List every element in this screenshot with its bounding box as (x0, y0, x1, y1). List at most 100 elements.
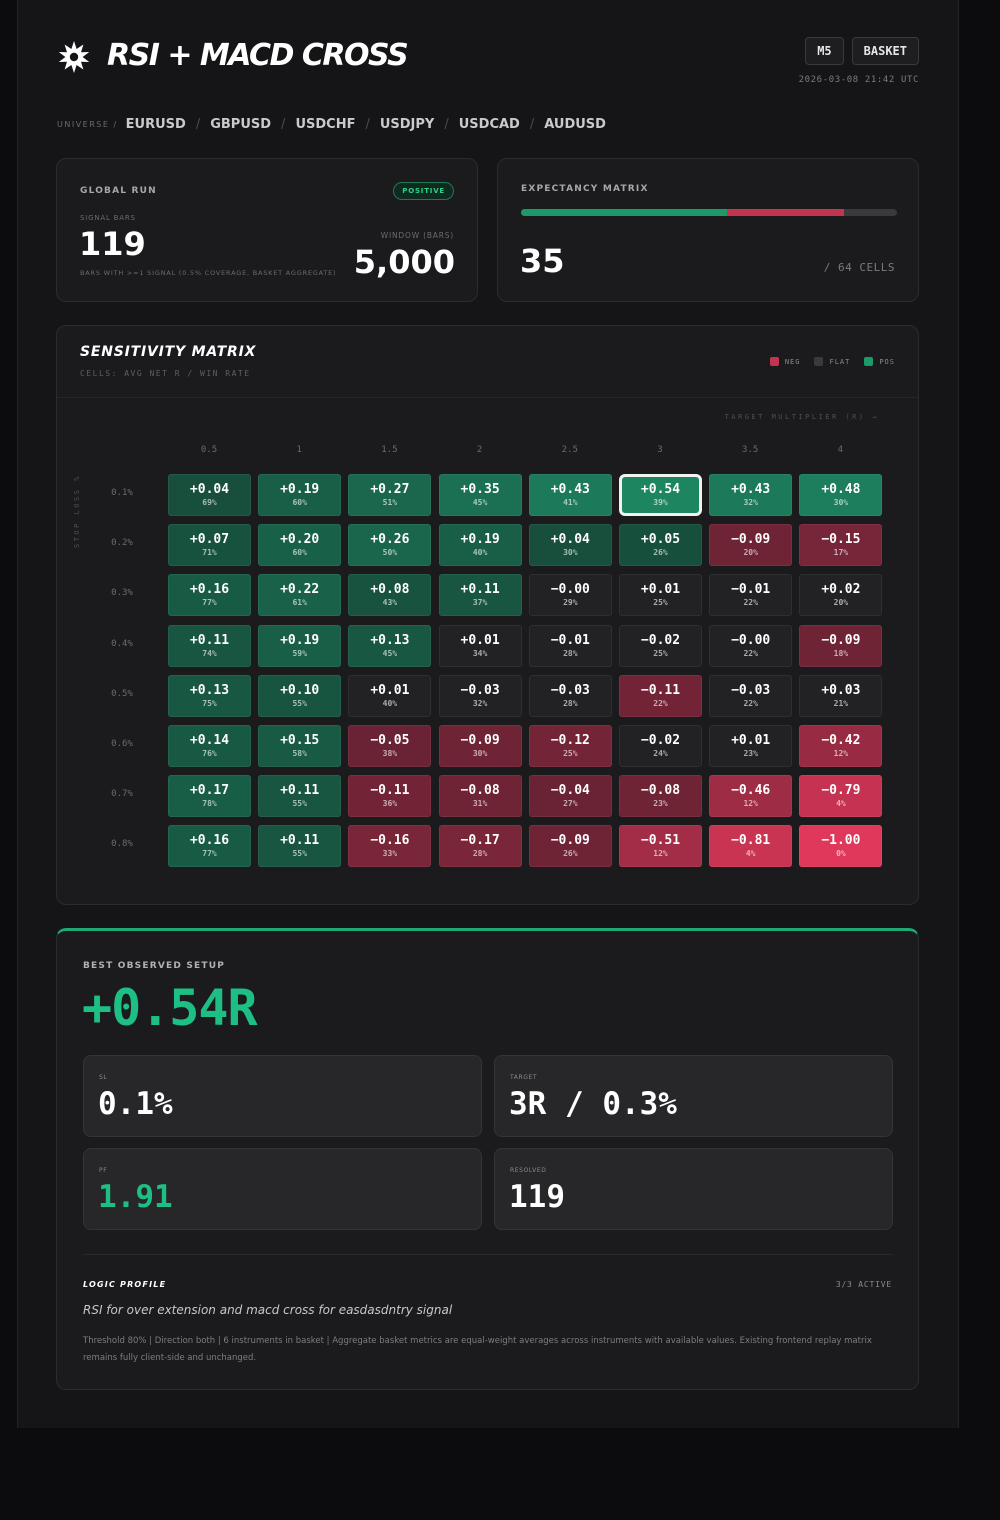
matrix-cell[interactable]: −0.46 12% (709, 775, 793, 818)
cell-net-r: −0.08 (640, 783, 681, 799)
matrix-cell[interactable]: −0.11 36% (348, 775, 432, 818)
matrix-cell[interactable]: −0.09 18% (799, 624, 883, 667)
cell-net-r: −0.02 (640, 632, 681, 648)
cell-win-rate: 27% (563, 799, 578, 809)
matrix-cell[interactable]: +0.20 60% (258, 524, 342, 567)
universe-item-eurusd[interactable]: EURUSD (126, 117, 186, 132)
matrix-cell[interactable]: −0.09 20% (709, 524, 793, 567)
matrix-cell[interactable]: −0.03 22% (709, 674, 793, 717)
matrix-cell[interactable]: +0.19 60% (258, 474, 342, 516)
matrix-cell[interactable]: −0.11 22% (619, 674, 702, 717)
matrix-cell[interactable]: +0.11 74% (168, 624, 251, 667)
matrix-cell[interactable]: +0.08 43% (348, 574, 432, 617)
timeframe-button[interactable]: M5 (805, 37, 844, 65)
cell-win-rate: 75% (202, 698, 217, 708)
matrix-cell[interactable]: +0.10 55% (258, 674, 342, 717)
matrix-cell[interactable]: +0.22 61% (258, 574, 342, 617)
matrix-cell[interactable]: +0.11 55% (258, 775, 342, 818)
cell-net-r: −0.12 (550, 733, 590, 748)
matrix-cell[interactable]: −0.00 29% (528, 574, 612, 617)
matrix-cell[interactable]: +0.05 26% (619, 524, 702, 567)
cell-net-r: +0.19 (280, 482, 320, 497)
cell-net-r: −0.09 (550, 833, 590, 849)
matrix-cell[interactable]: −0.15 17% (799, 524, 883, 567)
universe-item-usdchf[interactable]: USDCHF (295, 117, 355, 132)
cell-net-r: −0.02 (640, 733, 681, 748)
matrix-cell[interactable]: −0.03 28% (528, 674, 612, 717)
universe-separator: / (529, 116, 535, 132)
matrix-cell[interactable]: +0.11 55% (258, 825, 342, 868)
matrix-cell[interactable]: +0.43 32% (709, 474, 793, 516)
matrix-cell[interactable]: +0.27 51% (348, 474, 432, 516)
matrix-cell[interactable]: +0.19 40% (438, 524, 522, 567)
matrix-cell[interactable]: −0.05 38% (348, 725, 432, 767)
cell-net-r: +0.07 (189, 532, 230, 548)
matrix-cell[interactable]: −0.16 33% (348, 825, 432, 868)
matrix-cell[interactable]: +0.26 50% (348, 524, 432, 567)
matrix-cell[interactable]: −0.09 30% (438, 725, 522, 767)
basket-mode-button[interactable]: BASKET (851, 37, 919, 65)
row-header: 0.5% (111, 688, 133, 699)
matrix-cell[interactable]: −0.02 24% (619, 725, 702, 767)
matrix-cell[interactable]: +0.11 37% (438, 574, 522, 617)
matrix-cell[interactable]: +0.43 41% (528, 474, 612, 516)
starburst-icon (58, 41, 90, 73)
stat-resolved-label: RESOLVED (510, 1167, 547, 1174)
logic-description: RSI for over extension and macd cross fo… (83, 1303, 453, 1317)
cell-win-rate: 20% (833, 598, 849, 608)
matrix-cell[interactable]: +0.35 45% (438, 474, 522, 516)
matrix-cell[interactable]: +0.01 34% (438, 624, 522, 667)
matrix-cell[interactable]: −1.00 0% (799, 825, 883, 868)
matrix-cell[interactable]: +0.13 45% (348, 624, 432, 667)
matrix-cell[interactable]: +0.17 78% (168, 775, 251, 818)
matrix-cell[interactable]: +0.13 75% (168, 674, 251, 717)
matrix-cell[interactable]: +0.04 30% (528, 524, 612, 567)
matrix-cell[interactable]: +0.15 58% (258, 725, 342, 767)
matrix-cell[interactable]: +0.54 39% (619, 474, 702, 516)
matrix-cell[interactable]: +0.03 21% (799, 674, 883, 717)
matrix-cell[interactable]: −0.03 32% (438, 674, 522, 717)
cell-net-r: −0.03 (731, 682, 771, 698)
cell-win-rate: 30% (833, 498, 849, 507)
matrix-cell[interactable]: −0.81 4% (709, 825, 793, 868)
matrix-cell[interactable]: −0.42 12% (799, 725, 883, 767)
matrix-cell[interactable]: −0.08 23% (619, 775, 702, 818)
matrix-cell[interactable]: −0.02 25% (619, 624, 702, 667)
cell-net-r: −0.03 (550, 682, 590, 698)
matrix-cell[interactable]: −0.17 28% (438, 825, 522, 868)
cell-net-r: +0.01 (460, 632, 500, 648)
logic-note: Threshold 80% | Direction both | 6 instr… (83, 1336, 872, 1363)
matrix-cell[interactable]: −0.12 25% (528, 725, 612, 767)
matrix-cell[interactable]: +0.16 77% (168, 825, 251, 868)
matrix-cell[interactable]: +0.01 23% (709, 725, 793, 767)
universe-item-gbpusd[interactable]: GBPUSD (210, 117, 271, 132)
column-header: 3.5 (742, 445, 759, 455)
universe-item-audusd[interactable]: AUDUSD (544, 117, 606, 132)
cell-win-rate: 28% (472, 849, 488, 859)
universe-item-usdcad[interactable]: USDCAD (459, 117, 520, 132)
matrix-cell[interactable]: −0.04 27% (528, 775, 612, 818)
cell-net-r: −0.46 (731, 783, 771, 799)
cell-win-rate: 28% (563, 698, 578, 708)
matrix-cell[interactable]: +0.01 40% (348, 674, 432, 717)
cell-net-r: −0.15 (821, 532, 861, 548)
matrix-cell[interactable]: +0.19 59% (258, 624, 342, 667)
matrix-cell[interactable]: +0.07 71% (168, 524, 251, 567)
matrix-cell[interactable]: −0.00 22% (709, 624, 793, 667)
matrix-cell[interactable]: +0.04 69% (168, 474, 251, 516)
cell-win-rate: 23% (653, 799, 668, 809)
cell-win-rate: 74% (202, 648, 217, 658)
matrix-cell[interactable]: −0.01 22% (709, 574, 793, 617)
matrix-cell[interactable]: +0.14 76% (168, 725, 251, 767)
universe-item-usdjpy[interactable]: USDJPY (380, 117, 435, 132)
matrix-cell[interactable]: +0.02 20% (799, 574, 883, 617)
matrix-cell[interactable]: +0.01 25% (619, 574, 702, 617)
matrix-cell[interactable]: −0.08 31% (438, 775, 522, 818)
matrix-cell[interactable]: +0.48 30% (799, 474, 883, 516)
matrix-title: SENSITIVITY MATRIX (80, 344, 257, 360)
matrix-cell[interactable]: −0.79 4% (799, 775, 883, 818)
matrix-cell[interactable]: −0.01 28% (528, 624, 612, 667)
matrix-cell[interactable]: −0.09 26% (528, 825, 612, 868)
matrix-cell[interactable]: −0.51 12% (619, 825, 702, 868)
matrix-cell[interactable]: +0.16 77% (168, 574, 251, 617)
